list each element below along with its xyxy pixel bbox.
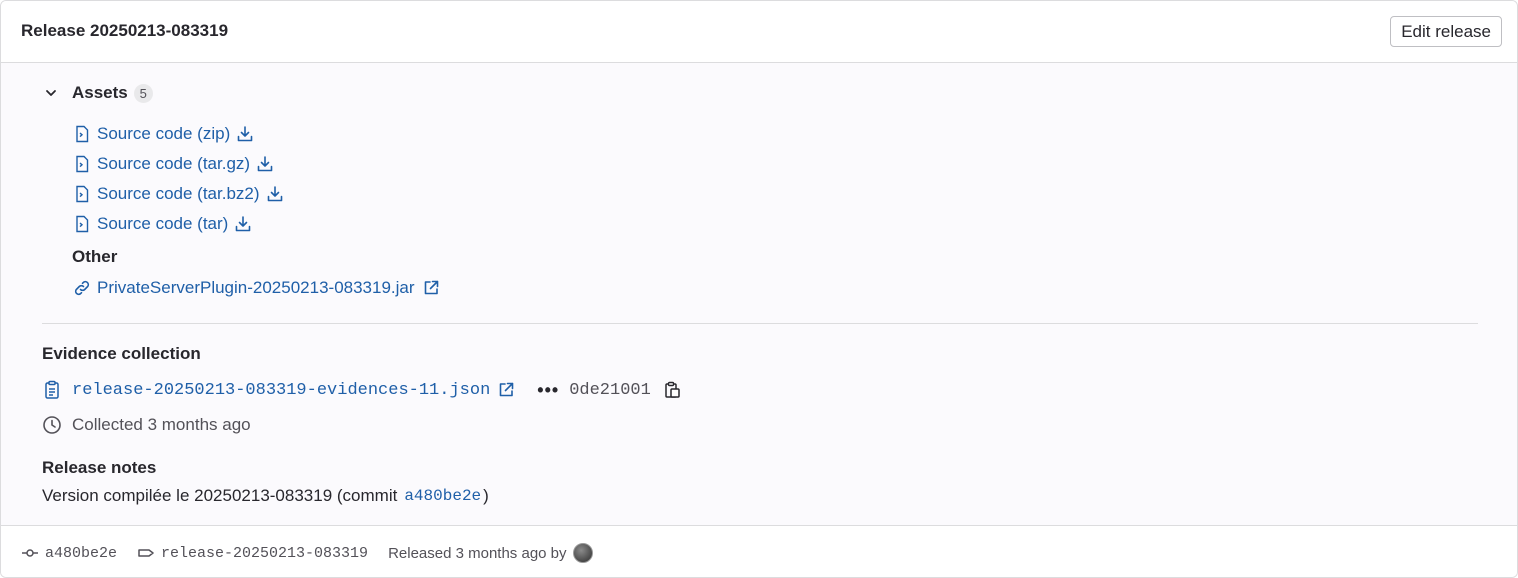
author-avatar[interactable] [572, 543, 593, 563]
doc-code-icon [76, 125, 89, 143]
external-link-icon [499, 382, 514, 397]
footer-commit-link[interactable]: a480be2e [45, 545, 117, 562]
assets-toggle[interactable]: Assets 5 [43, 83, 153, 103]
download-icon[interactable] [266, 185, 284, 203]
release-body: Assets 5 Source code (zip) Source code (… [1, 63, 1517, 525]
doc-code-icon [76, 155, 89, 173]
release-header: Release 20250213-083319 Edit release [1, 1, 1517, 63]
doc-code-icon [76, 215, 89, 233]
asset-link[interactable]: Source code (tar) [97, 214, 228, 234]
evidence-file-link[interactable]: release-20250213-083319-evidences-11.jso… [72, 381, 490, 400]
asset-source-targz[interactable]: Source code (tar.gz) [73, 149, 284, 179]
assets-label: Assets [72, 83, 128, 102]
assets-count-badge: 5 [133, 83, 153, 103]
asset-source-tar[interactable]: Source code (tar) [73, 209, 284, 239]
edit-release-button[interactable]: Edit release [1390, 16, 1502, 47]
clock-icon [43, 416, 61, 434]
link-icon [74, 280, 90, 296]
external-link-icon [424, 280, 438, 295]
footer-released-text: Released 3 months ago by [388, 544, 567, 562]
release-title: Release 20250213-083319 [21, 21, 229, 40]
evidence-title: Evidence collection [42, 344, 201, 363]
release-footer: a480be2e release-20250213-083319 Release… [1, 525, 1517, 577]
download-icon[interactable] [236, 125, 254, 143]
clipboard-icon [45, 380, 59, 399]
evidence-item: release-20250213-083319-evidences-11.jso… [42, 376, 681, 404]
release-card: Release 20250213-083319 Edit release Ass… [0, 0, 1518, 578]
chevron-down-icon [46, 90, 56, 96]
section-divider [42, 323, 1478, 324]
notes-commit-link[interactable]: a480be2e [404, 487, 481, 505]
release-notes-text: Version compilée le 20250213-083319 (com… [42, 486, 489, 506]
asset-source-tarbz2[interactable]: Source code (tar.bz2) [73, 179, 284, 209]
notes-text-after: ) [483, 486, 489, 505]
asset-link[interactable]: Source code (tar.gz) [97, 154, 250, 174]
notes-text-before: Version compilée le 20250213-083319 (com… [42, 486, 398, 505]
asset-source-zip[interactable]: Source code (zip) [73, 119, 284, 149]
source-asset-list: Source code (zip) Source code (tar.gz) S… [73, 119, 284, 239]
copy-icon[interactable] [663, 381, 681, 399]
asset-link[interactable]: Source code (tar.bz2) [97, 184, 260, 204]
evidence-collected: Collected 3 months ago [42, 413, 251, 437]
other-asset-link[interactable]: PrivateServerPlugin-20250213-083319.jar [97, 278, 415, 298]
asset-link[interactable]: Source code (zip) [97, 124, 230, 144]
ellipsis-icon[interactable]: ••• [537, 380, 559, 401]
footer-tag-link[interactable]: release-20250213-083319 [161, 545, 368, 562]
tag-icon [138, 549, 154, 557]
doc-code-icon [76, 185, 89, 203]
collected-text: Collected 3 months ago [72, 415, 251, 434]
commit-icon [22, 549, 38, 557]
download-icon[interactable] [234, 215, 252, 233]
download-icon[interactable] [256, 155, 274, 173]
other-assets-label: Other [72, 247, 118, 266]
other-asset-item[interactable]: PrivateServerPlugin-20250213-083319.jar [73, 273, 440, 303]
release-notes-title: Release notes [42, 458, 157, 477]
evidence-sha: 0de21001 [569, 380, 651, 400]
